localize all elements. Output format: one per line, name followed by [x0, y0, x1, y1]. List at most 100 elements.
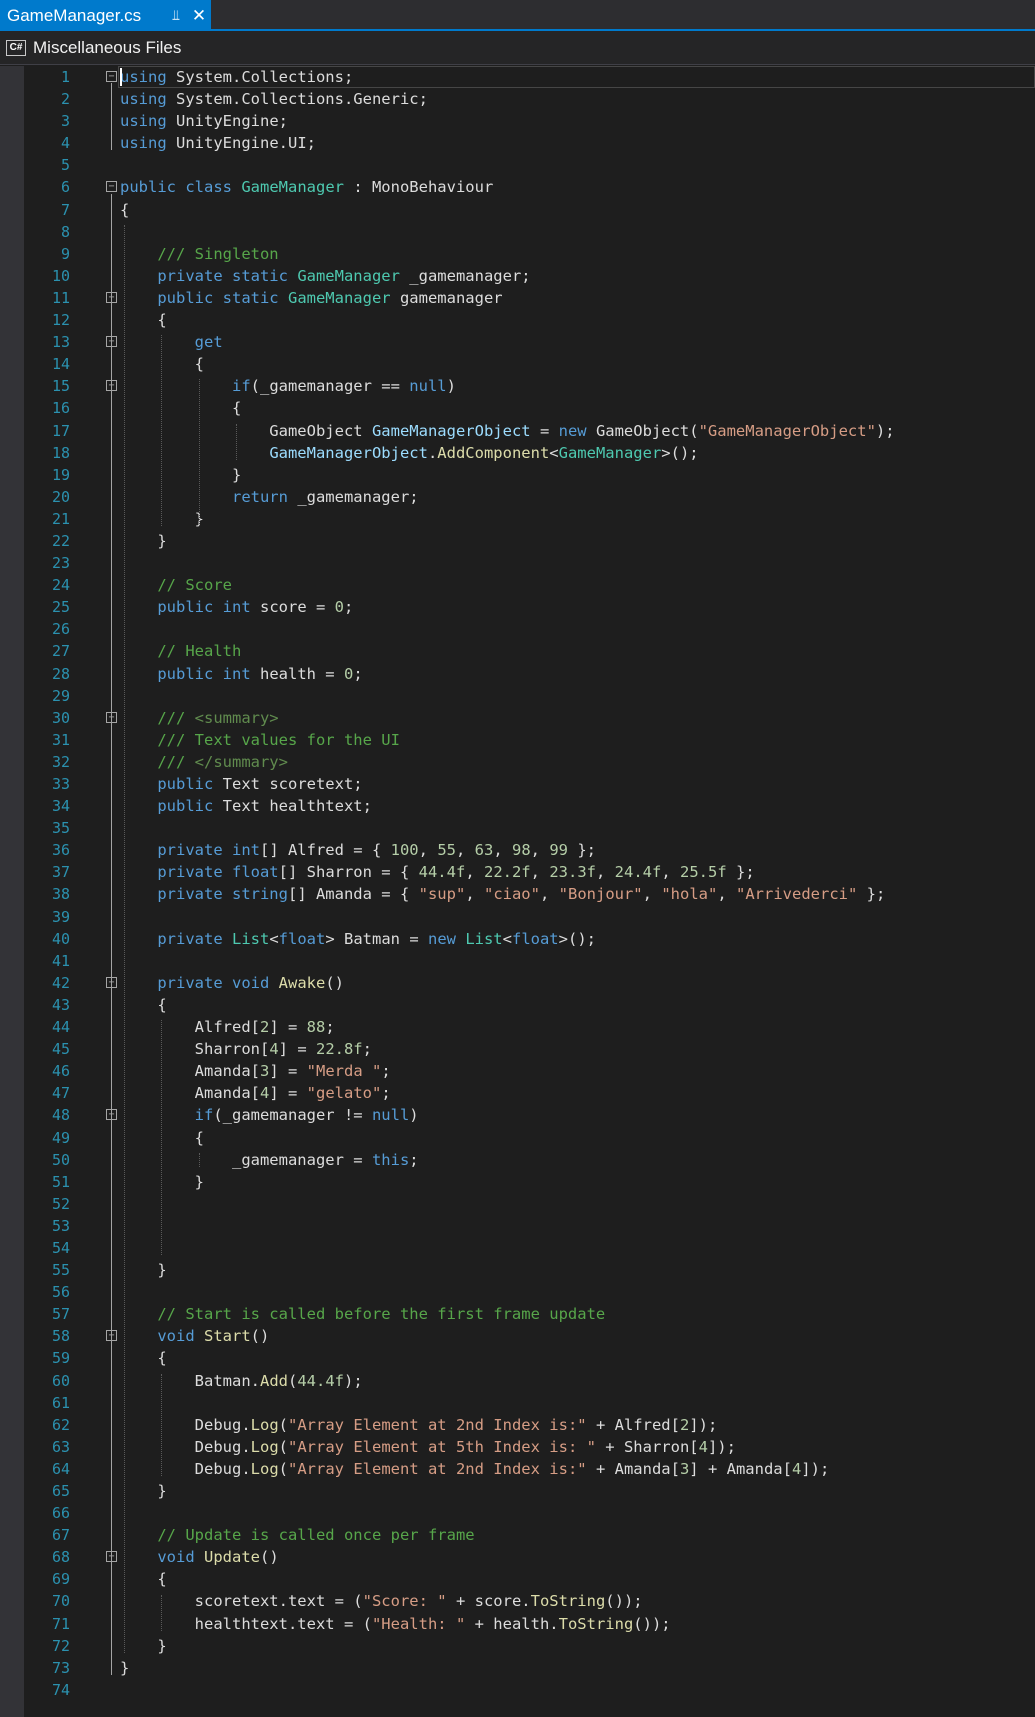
collapse-icon[interactable]: −: [106, 71, 117, 82]
code-line[interactable]: 15− if(_gamemanager == null): [0, 375, 1035, 397]
code-line[interactable]: 37 private float[] Sharron = { 44.4f, 22…: [0, 861, 1035, 883]
code-line[interactable]: 32 /// </summary>: [0, 751, 1035, 773]
code-line[interactable]: 23: [0, 552, 1035, 574]
code-line[interactable]: 16 {: [0, 397, 1035, 419]
code-line[interactable]: 42− private void Awake(): [0, 972, 1035, 994]
code-line[interactable]: 30− /// <summary>: [0, 707, 1035, 729]
code-line[interactable]: 51 }: [0, 1171, 1035, 1193]
line-number: 42: [51, 973, 70, 992]
code-line[interactable]: 10 private static GameManager _gamemanag…: [0, 265, 1035, 287]
line-number: 50: [51, 1150, 70, 1169]
code-line[interactable]: 72 }: [0, 1635, 1035, 1657]
code-line[interactable]: 24 // Score: [0, 574, 1035, 596]
close-icon[interactable]: ✕: [187, 6, 211, 26]
code-line[interactable]: 8: [0, 221, 1035, 243]
code-line[interactable]: 56: [0, 1281, 1035, 1303]
code-line[interactable]: 54: [0, 1237, 1035, 1259]
code-line[interactable]: 69 {: [0, 1568, 1035, 1590]
code-line[interactable]: 53: [0, 1215, 1035, 1237]
code-line[interactable]: 40 private List<float> Batman = new List…: [0, 928, 1035, 950]
code-line[interactable]: 2 using System.Collections.Generic;: [0, 88, 1035, 110]
code-line[interactable]: 12 {: [0, 309, 1035, 331]
code-line[interactable]: 26: [0, 618, 1035, 640]
code-line[interactable]: 39: [0, 906, 1035, 928]
project-dropdown[interactable]: Miscellaneous Files: [33, 38, 181, 58]
collapse-icon[interactable]: −: [106, 181, 117, 193]
csharp-project-icon: C#: [6, 39, 26, 56]
code-token: using: [120, 134, 167, 153]
code-line[interactable]: 57 // Start is called before the first f…: [0, 1303, 1035, 1325]
code-line[interactable]: 55 }: [0, 1259, 1035, 1281]
pin-icon[interactable]: ⫫: [165, 7, 187, 24]
tab-gamemanager-cs[interactable]: GameManager.cs ⫫ ✕: [0, 0, 211, 31]
code-line[interactable]: 13− get: [0, 331, 1035, 353]
code-line[interactable]: 22 }: [0, 530, 1035, 552]
code-line[interactable]: 31 /// Text values for the UI: [0, 729, 1035, 751]
code-line[interactable]: 9 /// Singleton: [0, 243, 1035, 265]
code-line[interactable]: 66: [0, 1502, 1035, 1524]
code-line[interactable]: 59 {: [0, 1347, 1035, 1369]
code-line[interactable]: 44 Alfred[2] = 88;: [0, 1016, 1035, 1038]
code-line[interactable]: 21 }: [0, 508, 1035, 530]
code-token: ;: [381, 1084, 391, 1103]
code-line[interactable]: 35: [0, 817, 1035, 839]
code-text: healthtext.text = ("Health: " + health.T…: [120, 1613, 671, 1635]
code-line[interactable]: 62 Debug.Log("Array Element at 2nd Index…: [0, 1414, 1035, 1436]
code-line[interactable]: 11− public static GameManager gamemanage…: [0, 287, 1035, 309]
code-line[interactable]: 47 Amanda[4] = "gelato";: [0, 1082, 1035, 1104]
code-line[interactable]: 3 using UnityEngine;: [0, 110, 1035, 132]
line-number: 38: [51, 885, 70, 904]
code-line[interactable]: 6 − public class GameManager : MonoBehavio…: [0, 176, 1035, 198]
code-line[interactable]: 28 public int health = 0;: [0, 663, 1035, 685]
code-line[interactable]: 50 _gamemanager = this;: [0, 1149, 1035, 1171]
code-line[interactable]: 18 GameManagerObject.AddComponent<GameMa…: [0, 442, 1035, 464]
code-line[interactable]: 38 private string[] Amanda = { "sup", "c…: [0, 883, 1035, 905]
code-line[interactable]: 46 Amanda[3] = "Merda ";: [0, 1060, 1035, 1082]
code-line[interactable]: 68− void Update(): [0, 1546, 1035, 1568]
code-line[interactable]: 41: [0, 950, 1035, 972]
code-line[interactable]: 71 healthtext.text = ("Health: " + healt…: [0, 1613, 1035, 1635]
code-line[interactable]: 27 // Health: [0, 640, 1035, 662]
code-text: /// Singleton: [120, 243, 278, 265]
code-token: 22.2f: [483, 863, 531, 882]
code-line[interactable]: 25 public int score = 0;: [0, 596, 1035, 618]
code-line[interactable]: 29: [0, 685, 1035, 707]
code-line[interactable]: 4 using UnityEngine.UI;: [0, 132, 1035, 154]
code-token: System.Collections.Generic;: [166, 90, 428, 109]
code-token: "Health: ": [371, 1614, 466, 1633]
code-line[interactable]: 19 }: [0, 464, 1035, 486]
code-line[interactable]: 48− if(_gamemanager != null): [0, 1104, 1035, 1126]
code-line[interactable]: 64 Debug.Log("Array Element at 2nd Index…: [0, 1458, 1035, 1480]
line-number: 45: [51, 1040, 70, 1059]
code-line[interactable]: 20 return _gamemanager;: [0, 486, 1035, 508]
outline-guide: [111, 193, 112, 1676]
code-line[interactable]: 1 − using System.Collections;: [0, 66, 1035, 88]
line-number: 70: [51, 1592, 70, 1611]
code-line[interactable]: 73}: [0, 1657, 1035, 1679]
code-text: void Update(): [120, 1546, 278, 1568]
code-line[interactable]: 61: [0, 1392, 1035, 1414]
code-line[interactable]: 45 Sharron[4] = 22.8f;: [0, 1038, 1035, 1060]
code-line[interactable]: 5: [0, 154, 1035, 176]
code-token: (): [325, 973, 344, 992]
code-line[interactable]: 58− void Start(): [0, 1325, 1035, 1347]
code-line[interactable]: 70 scoretext.text = ("Score: " + score.T…: [0, 1590, 1035, 1612]
code-line[interactable]: 65 }: [0, 1480, 1035, 1502]
code-line[interactable]: 7{: [0, 199, 1035, 221]
code-line[interactable]: 63 Debug.Log("Array Element at 5th Index…: [0, 1436, 1035, 1458]
code-editor[interactable]: 1− using System.Collections; 2 using System…: [0, 66, 1035, 1717]
code-line[interactable]: 52: [0, 1193, 1035, 1215]
code-line[interactable]: 60 Batman.Add(44.4f);: [0, 1370, 1035, 1392]
code-line[interactable]: 74: [0, 1679, 1035, 1701]
code-line[interactable]: 67 // Update is called once per frame: [0, 1524, 1035, 1546]
code-line[interactable]: 34 public Text healthtext;: [0, 795, 1035, 817]
code-line[interactable]: 49 {: [0, 1127, 1035, 1149]
code-line[interactable]: 33 public Text scoretext;: [0, 773, 1035, 795]
code-line[interactable]: 43 {: [0, 994, 1035, 1016]
code-line[interactable]: 14 {: [0, 353, 1035, 375]
code-line[interactable]: 36 private int[] Alfred = { 100, 55, 63,…: [0, 839, 1035, 861]
code-line[interactable]: 17 GameObject GameManagerObject = new Ga…: [0, 420, 1035, 442]
line-number: 17: [51, 421, 70, 440]
line-number: 60: [51, 1371, 70, 1390]
